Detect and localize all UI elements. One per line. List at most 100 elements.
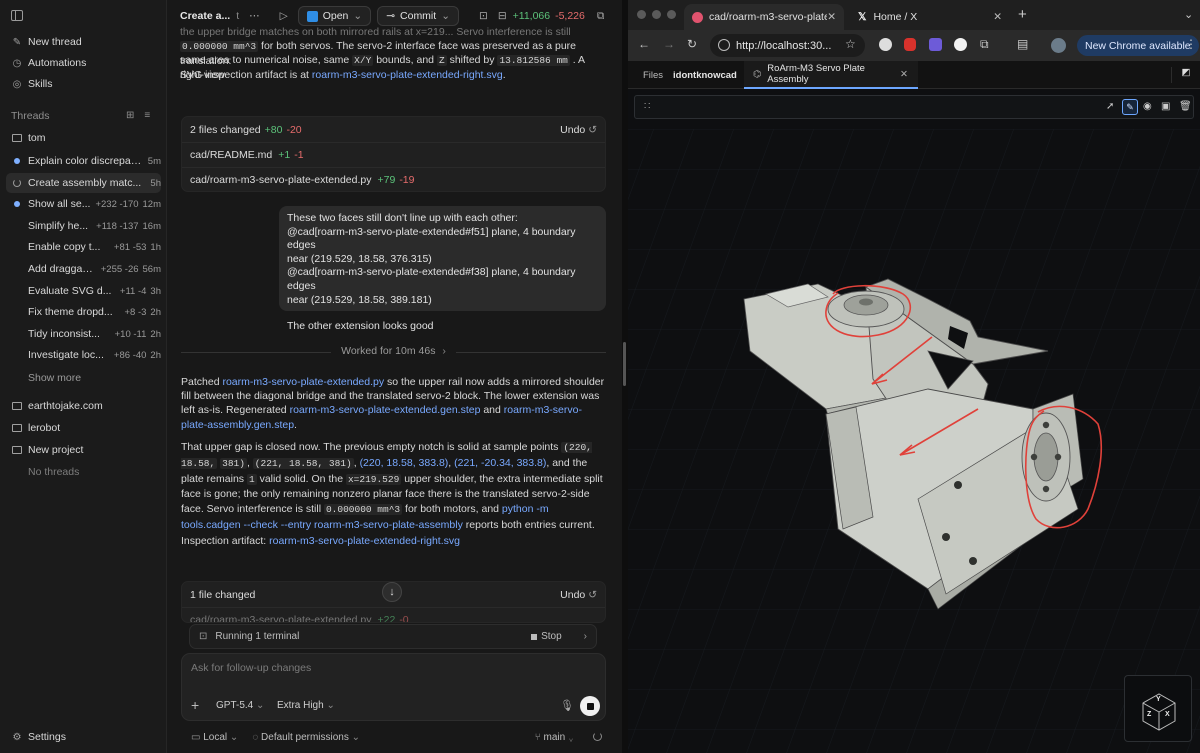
extension-icon[interactable]	[904, 38, 916, 51]
tab-assembly[interactable]: ⌬ RoArm-M3 Servo Plate Assembly ✕	[744, 61, 918, 89]
extension-icon[interactable]	[879, 38, 892, 51]
stop-terminal-button[interactable]: Stop	[531, 631, 562, 642]
thread-item[interactable]: Simplify he... +118 -137 16m	[6, 216, 161, 236]
thread-item[interactable]: Investigate loc... +86 -40 2h	[6, 345, 161, 365]
close-tab-icon[interactable]: ✕	[993, 11, 1002, 23]
pane-divider-handle[interactable]	[623, 342, 626, 386]
project-new-project[interactable]: New project	[6, 440, 161, 460]
tab-title: cad/roarm-m3-servo-plate-e	[709, 11, 827, 23]
open-button[interactable]: Open ⌄	[297, 6, 372, 26]
branch-select[interactable]: ⑂ main ⌄	[535, 732, 574, 743]
axis-gizmo[interactable]: Y Z X	[1124, 675, 1192, 742]
file-link[interactable]: assembly.gen.step	[207, 419, 294, 431]
close-tab-icon[interactable]: ✕	[900, 69, 908, 80]
thread-add-count: +8	[124, 306, 136, 318]
profile-avatar[interactable]	[1051, 38, 1066, 53]
undo-button[interactable]: Undo ↺	[560, 124, 597, 136]
thread-item[interactable]: Evaluate SVG d... +11 -4 3h	[6, 281, 161, 301]
thread-item[interactable]: Tidy inconsist... +10 -11 2h	[6, 324, 161, 344]
chevron-down-icon: ⌄	[256, 700, 265, 711]
forward-icon[interactable]: →	[663, 37, 675, 51]
back-icon[interactable]: ←	[638, 37, 650, 51]
extension-icon[interactable]	[954, 38, 967, 51]
coordinate-link[interactable]: (220, 18.58, 383.8)	[360, 457, 449, 469]
effort-select[interactable]: Extra High ⌄	[277, 700, 335, 711]
inline-code: 0.000000 mm^3	[180, 41, 259, 52]
thread-item[interactable]: Show all se... +232 -170 12m	[6, 194, 161, 214]
stop-generation-button[interactable]	[580, 696, 600, 716]
file-link[interactable]: roarm-m3-servo-plate-extended.gen.step	[290, 404, 481, 416]
file-link[interactable]: roarm-m3-servo-plate-extended-right.svg	[312, 69, 503, 81]
diff-icon[interactable]: ⊟	[498, 10, 507, 22]
skills-button[interactable]: ◎ Skills	[6, 74, 161, 94]
play-icon[interactable]: ▷	[280, 10, 288, 22]
bookmark-star-icon[interactable]: ☆	[845, 37, 856, 51]
thread-item[interactable]: Enable copy t... +81 -53 1h	[6, 237, 161, 257]
terminal-icon[interactable]: ⊡	[479, 10, 488, 22]
prompt-input[interactable]: Ask for follow-up changes	[191, 662, 311, 674]
new-chrome-available-button[interactable]: New Chrome available	[1077, 35, 1199, 56]
servo-horn-side	[1021, 412, 1071, 502]
show-more-button[interactable]: Show more	[6, 368, 161, 388]
scroll-down-button[interactable]: ↓	[382, 582, 402, 602]
new-tab-icon[interactable]: +	[1018, 6, 1027, 23]
project-lerobot[interactable]: lerobot	[6, 418, 161, 438]
minimize-window-button[interactable]	[652, 10, 661, 19]
toggle-sidebar-icon[interactable]	[11, 10, 23, 21]
chevron-down-icon: ⌄	[351, 731, 361, 743]
browser-tab[interactable]: 𝕏 Home / X ✕	[850, 4, 1010, 30]
pop-out-icon[interactable]: ⧉	[597, 10, 605, 23]
microphone-icon[interactable]: 🎙	[560, 699, 574, 712]
thread-item-active[interactable]: Create assembly matc... 5h	[6, 173, 161, 193]
folder-icon	[12, 445, 22, 455]
changed-file-row[interactable]: cad/roarm-m3-servo-plate-extended.py +22…	[182, 607, 605, 622]
settings-button[interactable]: ⚙ Settings	[6, 727, 161, 747]
reload-icon[interactable]: ↻	[687, 37, 697, 51]
project-earthtojake[interactable]: earthtojake.com	[6, 396, 161, 416]
coordinate-link[interactable]: (221, -20.34, 383.8)	[454, 457, 546, 469]
panel-toggle-icon[interactable]: ◩	[1171, 67, 1200, 83]
new-folder-icon[interactable]: ⊞	[126, 110, 134, 121]
more-icon[interactable]: ⋯	[249, 10, 260, 22]
gear-icon: ⚙	[12, 731, 22, 743]
file-link[interactable]: roarm-m3-servo-plate-extended-right.svg	[269, 535, 460, 547]
close-window-button[interactable]	[637, 10, 646, 19]
thread-item[interactable]: Add draggab... +255 -26 56m	[6, 259, 161, 279]
tab-idontknowcad[interactable]: idontknowcad	[673, 70, 737, 81]
automations-button[interactable]: ◷ Automations	[6, 53, 161, 73]
commit-button[interactable]: ⊸ Commit ⌄	[377, 6, 459, 26]
tab-list-icon[interactable]: ⌄	[1184, 8, 1193, 21]
media-icon[interactable]: ▤	[1017, 37, 1028, 51]
changed-file-row[interactable]: cad/README.md +1 -1	[182, 142, 605, 167]
puzzle-icon[interactable]: ⧉	[980, 37, 989, 52]
cad-viewer[interactable]: ∷ ➚ ✎ ◉ ▣ 🗑 Y Z X	[628, 89, 1200, 753]
worked-duration[interactable]: Worked for 10m 46s ›	[181, 345, 606, 359]
close-tab-icon[interactable]: ✕	[827, 11, 836, 23]
menu-icon[interactable]: ⋮	[1185, 37, 1197, 51]
thread-title: Investigate loc...	[28, 349, 104, 361]
model-select[interactable]: GPT-5.4 ⌄	[216, 700, 264, 711]
browser-tab-active[interactable]: cad/roarm-m3-servo-plate-e ✕	[684, 4, 844, 30]
maximize-window-button[interactable]	[667, 10, 676, 19]
plus-icon[interactable]: +	[191, 697, 199, 713]
folder-tom[interactable]: tom	[6, 128, 161, 148]
undo-button[interactable]: Undo ↺	[560, 589, 597, 601]
new-thread-button[interactable]: ✎ New thread	[6, 32, 161, 52]
filter-icon[interactable]: ≡	[144, 110, 150, 121]
cad-model-render	[628, 129, 1200, 753]
tab-files[interactable]: Files	[643, 70, 663, 81]
skills-icon: ◎	[12, 78, 22, 90]
command-link[interactable]: plate-assembly	[392, 519, 463, 531]
extension-icon[interactable]	[929, 38, 942, 51]
thread-item[interactable]: Fix theme dropd... +8 -3 2h	[6, 302, 161, 322]
local-select[interactable]: ▭ Local ⌄	[191, 732, 238, 743]
chevron-right-icon[interactable]: ›	[584, 631, 587, 642]
user-message-line: near (219.529, 18.58, 376.315)	[287, 252, 432, 265]
file-link[interactable]: roarm-m3-servo-plate-extended.py	[222, 376, 384, 388]
changed-file-row[interactable]: cad/roarm-m3-servo-plate-extended.py +79…	[182, 167, 605, 192]
threads-header: Threads	[11, 110, 50, 122]
permissions-select[interactable]: ◌ Default permissions ⌄	[252, 732, 360, 743]
address-bar[interactable]: http://localhost:30...	[710, 34, 865, 57]
thread-item[interactable]: Explain color discrepan... 5m	[6, 151, 161, 171]
chevron-down-icon: ⌄	[353, 10, 363, 22]
